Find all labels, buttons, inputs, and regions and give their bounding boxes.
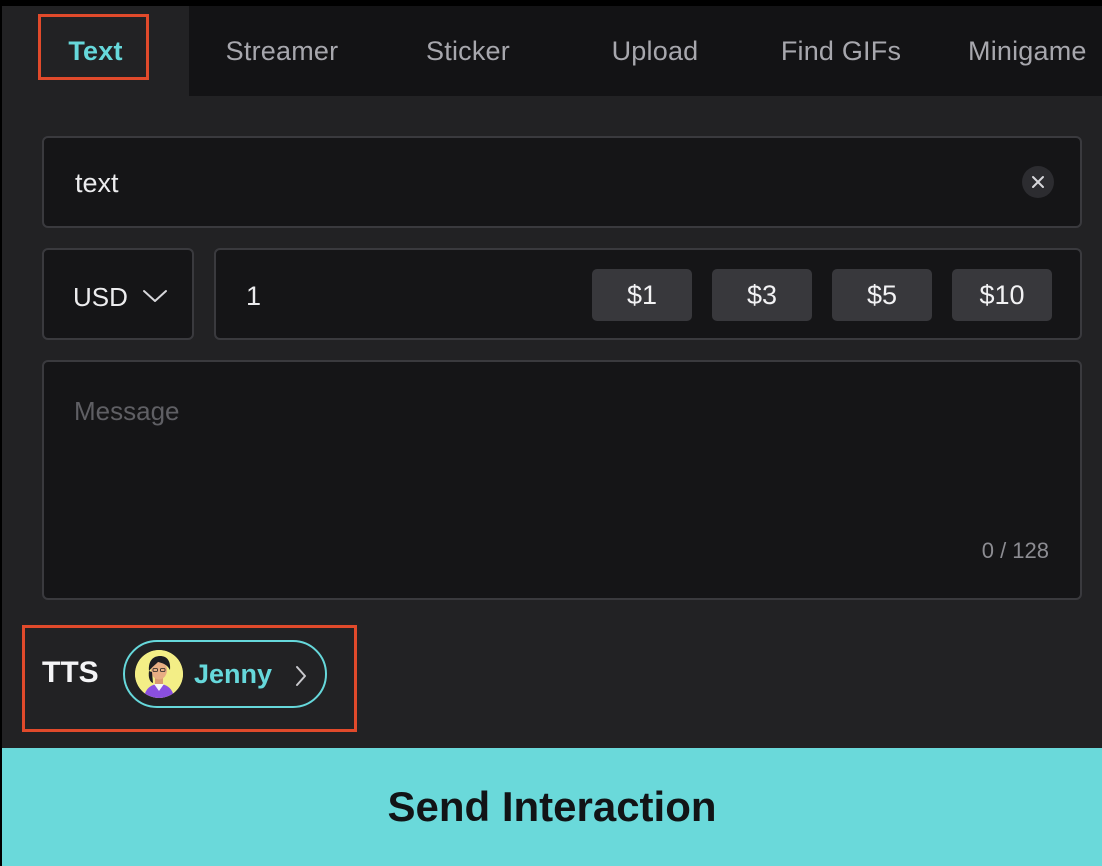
preset-amount-label: $3 (746, 279, 778, 310)
chevron-right-icon (296, 666, 306, 686)
tab-find-gifs[interactable]: Find GIFs (748, 6, 934, 96)
tab-sticker-label: Sticker (426, 35, 510, 66)
tab-streamer-label: Streamer (225, 35, 339, 66)
preset-amount-label: $10 (979, 279, 1025, 310)
tts-label: TTS (42, 656, 99, 689)
preset-amount-button[interactable]: $1 (592, 269, 692, 321)
preset-amount-button[interactable]: $3 (712, 269, 812, 321)
chevron-down-icon (143, 290, 167, 302)
amount-input-field[interactable]: 1 $1 $3 $5 $10 (214, 248, 1082, 340)
send-interaction-button[interactable]: Send Interaction (2, 748, 1102, 866)
tab-minigame[interactable]: Minigame (934, 6, 1102, 96)
message-input[interactable] (74, 396, 1034, 516)
tts-voice-name: Jenny (194, 659, 273, 689)
tts-voice-selector[interactable]: Jenny (123, 640, 327, 708)
text-input-value: text (75, 168, 119, 198)
tab-minigame-label: Minigame (968, 35, 1087, 66)
character-counter: 0 / 128 (981, 538, 1049, 563)
currency-select[interactable]: USD (42, 248, 194, 340)
amount-value: 1 (246, 281, 262, 311)
tab-sticker[interactable]: Sticker (375, 6, 561, 96)
tab-upload[interactable]: Upload (562, 6, 748, 96)
text-input-field[interactable]: text (42, 136, 1082, 228)
preset-amount-button[interactable]: $5 (832, 269, 932, 321)
preset-amount-label: $1 (626, 279, 658, 310)
tab-upload-label: Upload (611, 35, 699, 66)
close-icon (1032, 176, 1044, 188)
message-field: 0 / 128 (42, 360, 1082, 600)
avatar (135, 650, 183, 698)
preset-amount-label: $5 (866, 279, 898, 310)
preset-amount-button[interactable]: $10 (952, 269, 1052, 321)
currency-value: USD (73, 282, 128, 312)
tab-streamer[interactable]: Streamer (189, 6, 375, 96)
clear-text-button[interactable] (1022, 166, 1054, 198)
tab-text-highlight-box (38, 14, 149, 80)
tab-find-gifs-label: Find GIFs (780, 35, 902, 66)
